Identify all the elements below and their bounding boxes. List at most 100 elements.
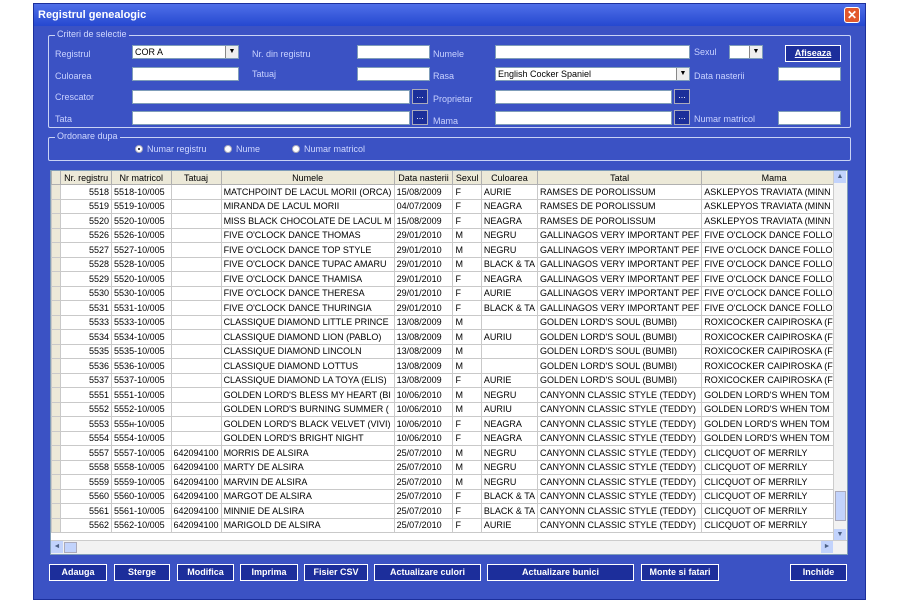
table-cell[interactable]: 5527 bbox=[60, 242, 113, 258]
table-cell[interactable]: RAMSES DE POROLISSUM bbox=[537, 184, 703, 200]
table-cell[interactable]: F bbox=[452, 416, 482, 432]
table-cell[interactable]: 5527-10/005 bbox=[111, 242, 172, 258]
table-row[interactable]: 5529 5520-10/005 FIVE O'CLOCK DANCE THAMIS… bbox=[51, 271, 847, 287]
table-cell[interactable]: CLICQUOT OF MERRILY bbox=[701, 517, 847, 533]
afiseaza-button[interactable]: Afiseaza bbox=[785, 45, 841, 62]
table-cell[interactable]: M bbox=[452, 445, 482, 461]
proprietar-browse-button[interactable]: ... bbox=[674, 89, 690, 104]
table-cell[interactable]: 5557 bbox=[60, 445, 113, 461]
table-cell[interactable]: 5561-10/005 bbox=[111, 503, 172, 519]
table-cell[interactable] bbox=[170, 343, 222, 359]
table-cell[interactable]: FIVE O'CLOCK DANCE FOLLO bbox=[701, 300, 847, 316]
table-cell[interactable]: 25/07/2010 bbox=[393, 474, 454, 490]
table-cell[interactable]: GOLDEN LORD'S BRIGHT NIGHT bbox=[220, 430, 395, 446]
table-cell[interactable] bbox=[170, 256, 222, 272]
table-cell[interactable]: 13/08/2009 bbox=[393, 358, 454, 374]
table-cell[interactable]: NEAGRA bbox=[480, 430, 539, 446]
row-header[interactable] bbox=[51, 503, 62, 519]
table-cell[interactable]: F bbox=[452, 184, 482, 200]
registrul-select[interactable]: COR A ▼ bbox=[132, 45, 239, 59]
tata-browse-button[interactable]: ... bbox=[412, 110, 428, 125]
table-cell[interactable]: 642094100 bbox=[170, 474, 222, 490]
table-cell[interactable]: 10/06/2010 bbox=[393, 401, 454, 417]
table-cell[interactable]: 29/01/2010 bbox=[393, 300, 454, 316]
table-cell[interactable]: 10/06/2010 bbox=[393, 387, 454, 403]
table-cell[interactable]: 5552 bbox=[60, 401, 113, 417]
row-header[interactable] bbox=[51, 488, 62, 504]
table-cell[interactable] bbox=[170, 271, 222, 287]
table-cell[interactable]: 5535 bbox=[60, 343, 113, 359]
table-cell[interactable]: 5537-10/005 bbox=[111, 372, 172, 388]
table-row[interactable]: 5530 5530-10/005 FIVE O'CLOCK DANCE THERES… bbox=[51, 285, 847, 301]
table-row[interactable]: 5553 555н-10/005 GOLDEN LORD'S BLACK VELVE… bbox=[51, 416, 847, 432]
table-cell[interactable]: 5534 bbox=[60, 329, 113, 345]
table-cell[interactable]: 5528 bbox=[60, 256, 113, 272]
table-cell[interactable]: AURIE bbox=[480, 285, 539, 301]
records-grid[interactable]: Nr. registru Nr matricol Tatuaj Numele Data … bbox=[50, 170, 848, 555]
table-cell[interactable]: 5533 bbox=[60, 314, 113, 330]
scroll-thumb[interactable] bbox=[835, 491, 846, 521]
scroll-right-icon[interactable]: ► bbox=[821, 541, 833, 553]
table-cell[interactable]: 5520-10/005 bbox=[111, 213, 172, 229]
vertical-scrollbar[interactable]: ▲ ▼ bbox=[833, 171, 847, 541]
table-cell[interactable]: GOLDEN LORD'S SOUL (BUMBI) bbox=[537, 372, 703, 388]
column-header[interactable]: Culoarea bbox=[480, 171, 539, 185]
order-radio-nume[interactable]: Nume bbox=[224, 144, 260, 154]
table-cell[interactable]: ASKLEPYOS TRAVIATA (MINN bbox=[701, 184, 847, 200]
row-header[interactable] bbox=[51, 242, 62, 258]
table-cell[interactable]: 5528-10/005 bbox=[111, 256, 172, 272]
table-cell[interactable] bbox=[170, 213, 222, 229]
table-cell[interactable]: RAMSES DE POROLISSUM bbox=[537, 198, 703, 214]
scroll-left-icon[interactable]: ◄ bbox=[51, 541, 63, 553]
table-cell[interactable]: FIVE O'CLOCK DANCE FOLLO bbox=[701, 242, 847, 258]
table-cell[interactable] bbox=[480, 314, 539, 330]
table-cell[interactable] bbox=[170, 329, 222, 345]
table-cell[interactable]: F bbox=[452, 213, 482, 229]
table-cell[interactable]: BLACK & TA bbox=[480, 256, 539, 272]
table-cell[interactable]: 04/07/2009 bbox=[393, 198, 454, 214]
table-cell[interactable]: 642094100 bbox=[170, 488, 222, 504]
tatuaj-field[interactable] bbox=[357, 67, 430, 81]
table-cell[interactable]: M bbox=[452, 314, 482, 330]
order-radio-numar-registru[interactable]: Numar registru bbox=[135, 144, 207, 154]
table-cell[interactable]: ASKLEPYOS TRAVIATA (MINN bbox=[701, 213, 847, 229]
table-cell[interactable]: CLICQUOT OF MERRILY bbox=[701, 445, 847, 461]
table-cell[interactable]: CLASSIQUE DIAMOND LOTTUS bbox=[220, 358, 395, 374]
table-cell[interactable]: MATCHPOINT DE LACUL MORII (ORCA) bbox=[220, 184, 395, 200]
order-radio-numar-matricol[interactable]: Numar matricol bbox=[292, 144, 365, 154]
chevron-down-icon[interactable]: ▼ bbox=[225, 46, 238, 58]
table-cell[interactable]: 13/08/2009 bbox=[393, 343, 454, 359]
column-header[interactable]: Data nasterii bbox=[393, 171, 454, 185]
row-header[interactable] bbox=[51, 256, 62, 272]
table-cell[interactable]: NEGRU bbox=[480, 242, 539, 258]
monte-si-fatari-button[interactable]: Monte si fatari bbox=[641, 564, 719, 581]
table-cell[interactable]: F bbox=[452, 285, 482, 301]
table-cell[interactable]: 5553 bbox=[60, 416, 113, 432]
table-cell[interactable]: 5526 bbox=[60, 227, 113, 243]
table-cell[interactable]: MARIGOLD DE ALSIRA bbox=[220, 517, 395, 533]
table-row[interactable]: 5533 5533-10/005 CLASSIQUE DIAMOND LITTLE … bbox=[51, 314, 847, 330]
table-cell[interactable]: AURIU bbox=[480, 401, 539, 417]
table-cell[interactable]: 15/08/2009 bbox=[393, 213, 454, 229]
table-cell[interactable]: MIRANDA DE LACUL MORII bbox=[220, 198, 395, 214]
table-cell[interactable]: 5552-10/005 bbox=[111, 401, 172, 417]
table-cell[interactable] bbox=[170, 430, 222, 446]
table-cell[interactable]: ROXICOCKER CAIPIROSKA (F bbox=[701, 314, 847, 330]
table-cell[interactable]: GOLDEN LORD'S BLESS MY HEART (BI bbox=[220, 387, 395, 403]
table-cell[interactable]: CANYONN CLASSIC STYLE (TEDDY) bbox=[537, 517, 703, 533]
table-cell[interactable]: F bbox=[452, 372, 482, 388]
table-row[interactable]: 5535 5535-10/005 CLASSIQUE DIAMOND LINCOLN… bbox=[51, 343, 847, 359]
table-cell[interactable]: NEAGRA bbox=[480, 213, 539, 229]
table-cell[interactable] bbox=[170, 300, 222, 316]
row-header[interactable] bbox=[51, 227, 62, 243]
table-cell[interactable]: BLACK & TA bbox=[480, 503, 539, 519]
table-cell[interactable]: M bbox=[452, 343, 482, 359]
table-cell[interactable]: GALLINAGOS VERY IMPORTANT PEF bbox=[537, 256, 703, 272]
table-cell[interactable]: 5519 bbox=[60, 198, 113, 214]
table-cell[interactable]: 642094100 bbox=[170, 517, 222, 533]
table-cell[interactable]: 10/06/2010 bbox=[393, 430, 454, 446]
table-cell[interactable]: AURIE bbox=[480, 517, 539, 533]
row-header[interactable] bbox=[51, 285, 62, 301]
table-cell[interactable]: CANYONN CLASSIC STYLE (TEDDY) bbox=[537, 430, 703, 446]
column-header[interactable]: Nr. registru bbox=[60, 171, 113, 185]
